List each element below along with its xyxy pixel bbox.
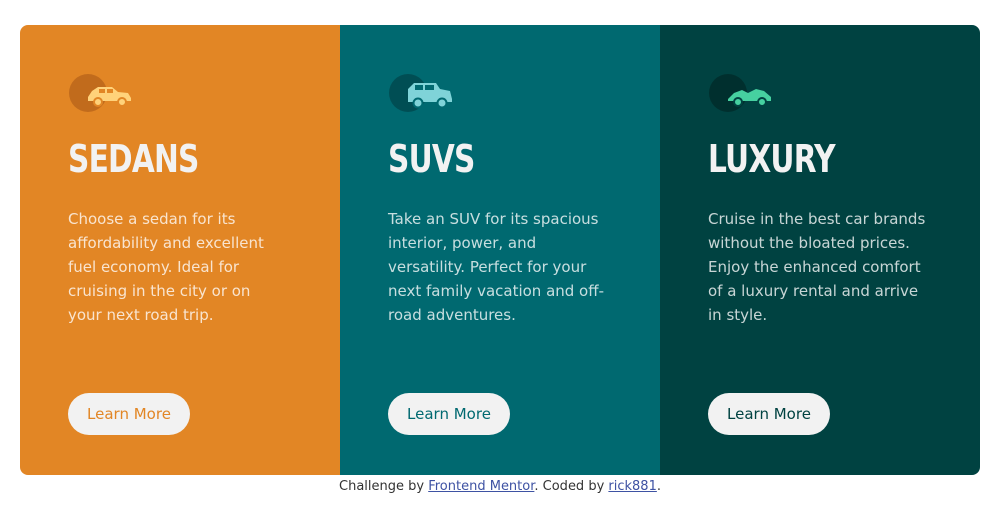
frontend-mentor-link[interactable]: Frontend Mentor: [428, 479, 534, 494]
learn-more-button[interactable]: Learn More: [388, 393, 510, 435]
author-link[interactable]: rick881: [608, 479, 656, 494]
card-luxury: LUXURY Cruise in the best car brands wit…: [660, 25, 980, 475]
card-title: LUXURY: [708, 137, 836, 181]
attribution-suffix: .: [656, 479, 661, 494]
card-description: Cruise in the best car brands without th…: [708, 210, 926, 324]
card-description: Take an SUV for its spacious interior, p…: [388, 210, 604, 324]
sedan-car-icon: [68, 73, 138, 113]
card-title: SEDANS: [68, 137, 199, 181]
attribution: Challenge by Frontend Mentor. Coded by r…: [0, 479, 1000, 494]
card-sedans: SEDANS Choose a sedan for its affordabil…: [20, 25, 340, 475]
attribution-middle: . Coded by: [534, 479, 609, 494]
attribution-prefix: Challenge by: [339, 479, 429, 494]
card-suvs: SUVS Take an SUV for its spacious interi…: [340, 25, 660, 475]
suv-car-icon: [388, 73, 458, 113]
card-description: Choose a sedan for its affordability and…: [68, 210, 264, 324]
learn-more-button[interactable]: Learn More: [68, 393, 190, 435]
car-cards-container: SEDANS Choose a sedan for its affordabil…: [20, 25, 980, 475]
luxury-car-icon: [708, 73, 778, 113]
learn-more-button[interactable]: Learn More: [708, 393, 830, 435]
card-title: SUVS: [388, 137, 475, 181]
